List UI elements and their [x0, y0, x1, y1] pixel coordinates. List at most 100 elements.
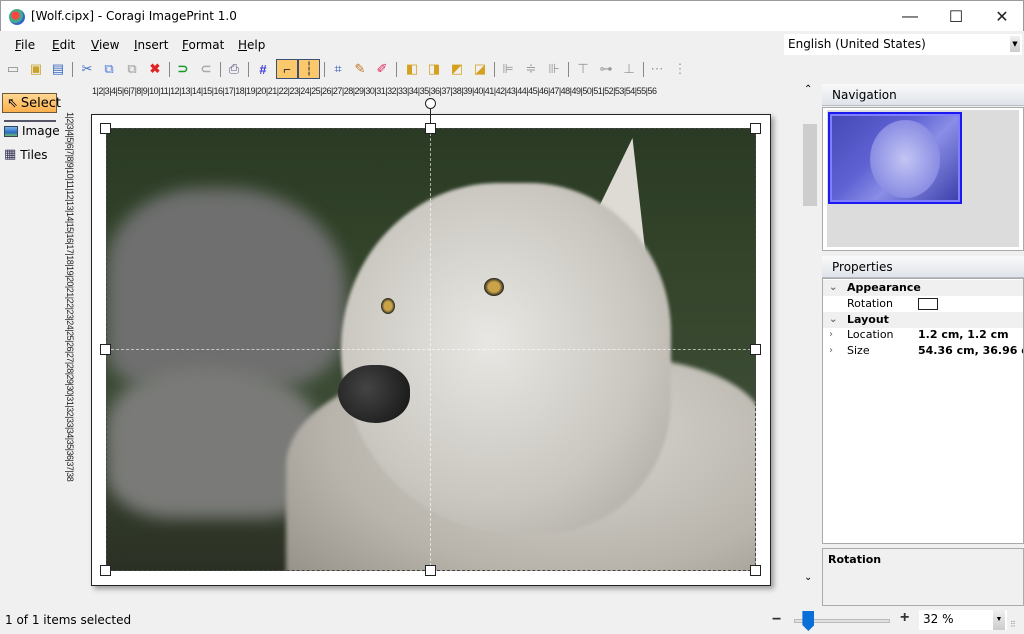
- align-top-icon[interactable]: ⊤: [573, 59, 593, 79]
- center-guide-horizontal: [106, 349, 756, 350]
- new-document-icon[interactable]: ▭: [3, 59, 23, 79]
- chevron-down-icon[interactable]: ⌄: [829, 280, 837, 296]
- rotation-value-swatch[interactable]: [918, 298, 938, 310]
- chevron-down-icon[interactable]: ⌄: [829, 312, 837, 328]
- align-bottom-icon[interactable]: ⊥: [619, 59, 639, 79]
- category-label: Appearance: [847, 281, 921, 294]
- property-name: Size: [847, 344, 870, 357]
- menu-view[interactable]: View: [91, 38, 119, 52]
- distribute-horizontal-icon[interactable]: ⋯: [647, 59, 667, 79]
- menu-file[interactable]: File: [15, 38, 35, 52]
- align-middle-icon[interactable]: ⊶: [596, 59, 616, 79]
- zoom-out-icon[interactable]: −: [772, 611, 781, 629]
- bring-to-front-icon[interactable]: ◧: [402, 59, 422, 79]
- distribute-vertical-icon[interactable]: ⋮: [670, 59, 690, 79]
- grid-icon[interactable]: #: [253, 59, 273, 79]
- resize-handle-top-right[interactable]: [750, 123, 761, 134]
- toolbar-separator: [220, 62, 221, 77]
- toolbar-separator: [72, 62, 73, 77]
- toolbar-separator: [396, 62, 397, 77]
- resize-handle-bottom[interactable]: [425, 565, 436, 576]
- resize-handle-top[interactable]: [425, 123, 436, 134]
- delete-icon[interactable]: ✖: [145, 59, 165, 79]
- property-row-size[interactable]: › Size 54.36 cm, 36.96 cm: [823, 343, 1023, 359]
- print-icon[interactable]: ⎙: [224, 59, 244, 79]
- menu-format[interactable]: Format: [182, 38, 224, 52]
- tiles-icon: ▦: [4, 147, 17, 162]
- resize-grip-icon[interactable]: ⠿: [1010, 620, 1016, 629]
- chevron-down-icon[interactable]: ▼: [993, 610, 1005, 630]
- pointer-icon: ⇖: [7, 95, 18, 111]
- category-appearance[interactable]: ⌄ Appearance: [823, 280, 1023, 296]
- open-folder-icon[interactable]: ▣: [26, 59, 46, 79]
- scroll-down-icon[interactable]: ⌄: [804, 572, 812, 583]
- description-title: Rotation: [828, 553, 882, 566]
- scroll-up-icon[interactable]: ⌃: [804, 84, 812, 95]
- minimize-button[interactable]: —: [887, 1, 933, 32]
- language-value: English (United States): [788, 37, 926, 51]
- save-icon[interactable]: ▤: [48, 59, 68, 79]
- menu-label: nsert: [137, 38, 169, 52]
- close-button[interactable]: ✕: [979, 1, 1024, 32]
- ruler-toggle-icon[interactable]: ⌐: [276, 59, 298, 79]
- scrollbar-thumb[interactable]: [803, 124, 817, 206]
- redo-icon[interactable]: ⊂: [196, 59, 216, 79]
- property-row-location[interactable]: › Location 1.2 cm, 1.2 cm: [823, 327, 1023, 343]
- copy-icon[interactable]: ⧉: [99, 59, 119, 79]
- menu-accel: V: [91, 38, 99, 52]
- zoom-in-icon[interactable]: +: [900, 609, 909, 627]
- chevron-right-icon[interactable]: ›: [829, 343, 833, 359]
- image-tool-button[interactable]: Image: [4, 124, 60, 138]
- menu-accel: E: [52, 38, 60, 52]
- panel-scrollbar[interactable]: ⌃ ⌄: [801, 84, 817, 594]
- image-icon: [4, 125, 18, 137]
- menu-accel: H: [238, 38, 248, 52]
- chevron-right-icon[interactable]: ›: [829, 327, 833, 343]
- toolbar-separator: [169, 62, 170, 77]
- toolbar: ▭ ▣ ▤ ✂ ⧉ ⧉ ✖ ⊃ ⊂ ⎙ # ⌐ ┆ ⌗ ✎ ✐ ◧ ◨ ◩ ◪ …: [0, 57, 800, 83]
- language-select[interactable]: English (United States) ▼: [784, 34, 1022, 55]
- send-backward-icon[interactable]: ◪: [470, 59, 490, 79]
- property-value[interactable]: 54.36 cm, 36.96 cm: [918, 343, 1023, 359]
- menu-edit[interactable]: Edit: [52, 38, 75, 52]
- image-label: Image: [22, 124, 60, 138]
- horizontal-ruler[interactable]: 1|2|3|4|5|6|7|8|9|10|11|12|13|14|15|16|1…: [92, 84, 768, 98]
- send-to-back-icon[interactable]: ◨: [424, 59, 444, 79]
- toolbar-separator: [324, 62, 325, 77]
- rotation-handle[interactable]: [425, 98, 436, 109]
- align-left-icon[interactable]: ⊫: [498, 59, 518, 79]
- tiles-tool-button[interactable]: ▦ Tiles: [4, 147, 48, 162]
- undo-icon[interactable]: ⊃: [173, 59, 193, 79]
- resize-handle-bottom-right[interactable]: [750, 565, 761, 576]
- crop-icon[interactable]: ⌗: [328, 59, 348, 79]
- resize-handle-left[interactable]: [100, 344, 111, 355]
- property-name: Rotation: [847, 297, 894, 310]
- menu-insert[interactable]: Insert: [134, 38, 168, 52]
- toolbar-separator: [494, 62, 495, 77]
- cut-icon[interactable]: ✂: [77, 59, 97, 79]
- paste-icon[interactable]: ⧉: [122, 59, 142, 79]
- resize-handle-right[interactable]: [750, 344, 761, 355]
- toolbar-separator: [568, 62, 569, 77]
- vertical-ruler[interactable]: 1|2|3|4|5|6|7|8|9|10|11|12|13|14|15|16|1…: [63, 112, 77, 580]
- menu-help[interactable]: Help: [238, 38, 265, 52]
- property-name: Location: [847, 328, 894, 341]
- resize-handle-top-left[interactable]: [100, 123, 111, 134]
- menu-label: dit: [59, 38, 76, 52]
- property-value[interactable]: 1.2 cm, 1.2 cm: [918, 327, 1009, 343]
- guides-toggle-icon[interactable]: ┆: [298, 59, 320, 79]
- property-row-rotation[interactable]: Rotation: [823, 296, 1023, 312]
- chevron-down-icon[interactable]: ▼: [1010, 36, 1020, 52]
- color-picker-icon[interactable]: ✐: [372, 59, 392, 79]
- zoom-slider-thumb[interactable]: [802, 611, 815, 631]
- palette-icon[interactable]: ✎: [350, 59, 370, 79]
- horizontal-ruler-ticks: 1|2|3|4|5|6|7|8|9|10|11|12|13|14|15|16|1…: [92, 86, 657, 96]
- align-right-icon[interactable]: ⊪: [544, 59, 564, 79]
- align-center-icon[interactable]: ≑: [521, 59, 541, 79]
- bring-forward-icon[interactable]: ◩: [447, 59, 467, 79]
- select-tool-button[interactable]: ⇖ Select: [2, 93, 61, 113]
- resize-handle-bottom-left[interactable]: [100, 565, 111, 576]
- maximize-button[interactable]: ☐: [933, 1, 979, 32]
- navigation-header: Navigation: [822, 84, 1024, 106]
- category-layout[interactable]: ⌄ Layout: [823, 312, 1023, 328]
